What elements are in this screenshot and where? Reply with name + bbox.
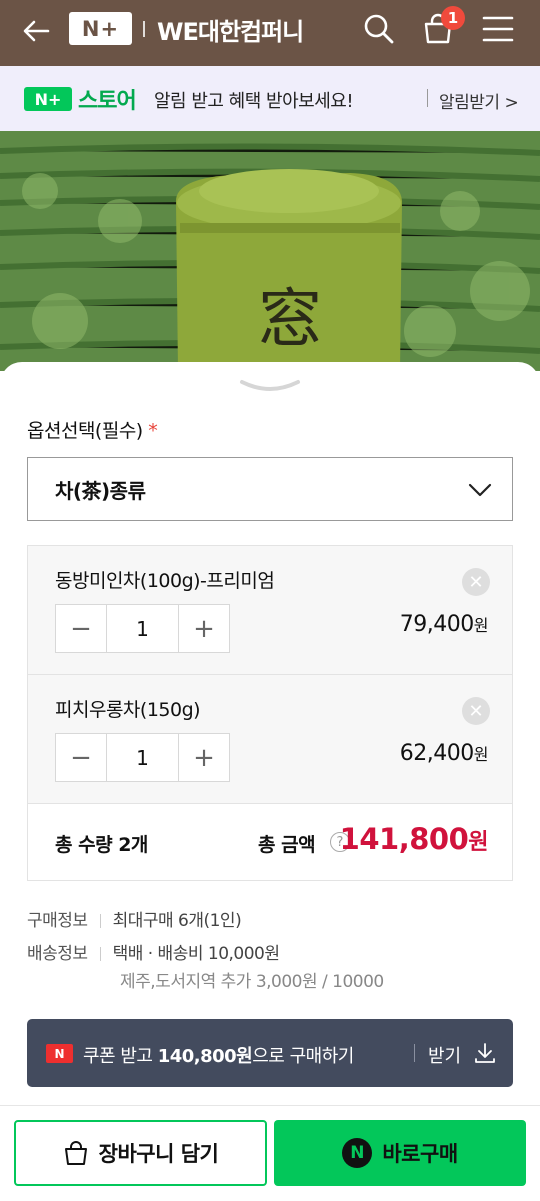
decrease-quantity-button[interactable]: −	[56, 605, 106, 652]
naver-coupon-badge: N	[46, 1044, 73, 1063]
shipping-extra-info: 제주,도서지역 추가 3,000원 / 10000	[120, 972, 384, 992]
increase-quantity-button[interactable]: +	[179, 734, 229, 781]
shipping-info: 배송정보 택배 · 배송비 10,000원	[27, 944, 280, 964]
product-image: 窓	[0, 131, 540, 371]
total-summary-row: 총 수량 2개 총 금액 ? 141,800원	[28, 804, 512, 880]
svg-text:窓: 窓	[258, 283, 322, 357]
download-icon[interactable]	[473, 1041, 497, 1065]
info-divider	[99, 914, 101, 928]
naver-plus-logo[interactable]: N+	[69, 12, 132, 45]
remove-option-button[interactable]: ✕	[462, 697, 490, 725]
selected-option-item: 피치우롱차(150g) ✕ − 1 + 62,400원	[28, 675, 512, 804]
option-price: 62,400원	[399, 741, 489, 766]
search-icon[interactable]	[362, 12, 396, 46]
coupon-divider	[414, 1044, 415, 1062]
banner-message: 알림 받고 혜택 받아보세요!	[154, 91, 354, 112]
increase-quantity-button[interactable]: +	[179, 605, 229, 652]
option-name: 동방미인차(100g)-프리미엄	[55, 570, 275, 592]
close-icon: ✕	[468, 571, 484, 593]
store-name[interactable]: WE대한컴퍼니	[157, 12, 304, 47]
buy-now-button[interactable]: N 바로구매	[274, 1120, 526, 1186]
quantity-stepper: − 1 +	[55, 604, 230, 653]
remove-option-button[interactable]: ✕	[462, 568, 490, 596]
hamburger-menu-icon[interactable]	[482, 14, 514, 44]
sheet-collapse-handle-icon[interactable]	[238, 376, 302, 398]
option-name: 피치우롱차(150g)	[55, 699, 201, 721]
total-amount-label: 총 금액	[258, 834, 316, 856]
purchase-info: 구매정보 최대구매 6개(1인)	[27, 911, 242, 931]
add-to-cart-button[interactable]: 장바구니 담기	[14, 1120, 267, 1186]
coupon-get-label[interactable]: 받기	[428, 1042, 461, 1068]
required-mark: *	[148, 420, 158, 442]
header-divider	[143, 21, 145, 37]
store-word: 스토어	[78, 89, 137, 114]
quantity-value[interactable]: 1	[106, 734, 179, 781]
quantity-stepper: − 1 +	[55, 733, 230, 782]
option-select-title: 옵션선택(필수) *	[27, 420, 158, 442]
selected-options-box: 동방미인차(100g)-프리미엄 ✕ − 1 + 79,400원 피치우롱차(1…	[27, 545, 513, 881]
total-quantity: 총 수량 2개	[55, 834, 148, 856]
dropdown-value: 차(茶)종류	[55, 479, 146, 503]
naver-plus-store-logo: N+	[24, 87, 72, 111]
quantity-value[interactable]: 1	[106, 605, 179, 652]
coupon-download-bar[interactable]: N 쿠폰 받고 140,800원으로 구매하기 받기	[27, 1019, 513, 1087]
info-divider	[99, 947, 101, 961]
naver-pay-icon: N	[342, 1138, 373, 1168]
option-price: 79,400원	[399, 612, 489, 637]
notification-subscribe-link[interactable]: 알림받기 >	[439, 88, 519, 113]
cart-count-badge: 1	[441, 6, 465, 30]
banner-divider	[427, 89, 428, 107]
close-icon: ✕	[468, 700, 484, 722]
chevron-down-icon	[468, 483, 492, 497]
total-amount: 141,800원	[339, 822, 489, 856]
selected-option-item: 동방미인차(100g)-프리미엄 ✕ − 1 + 79,400원	[28, 546, 512, 675]
shopping-bag-icon	[64, 1141, 87, 1165]
tea-type-dropdown[interactable]: 차(茶)종류	[27, 457, 513, 521]
decrease-quantity-button[interactable]: −	[56, 734, 106, 781]
back-arrow-icon[interactable]	[20, 15, 52, 47]
coupon-message: 쿠폰 받고 140,800원으로 구매하기	[83, 1046, 354, 1067]
